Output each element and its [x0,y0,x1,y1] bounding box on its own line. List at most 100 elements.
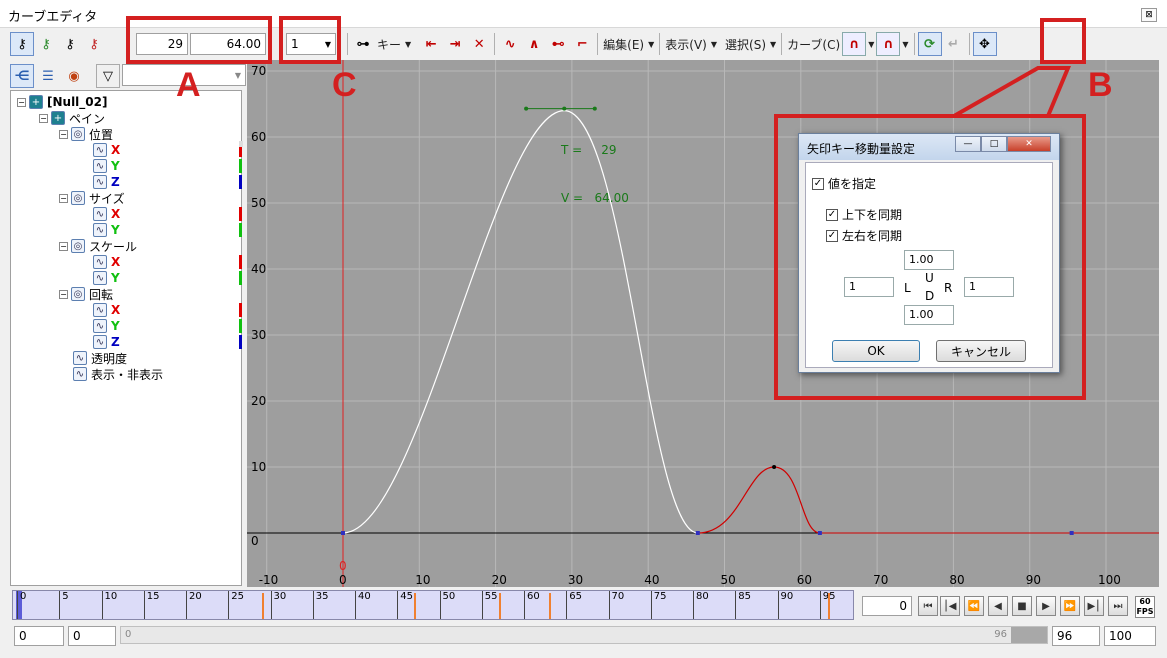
range-offset-input[interactable]: 0 [68,626,116,646]
key-graph-icon[interactable]: ⚷ [58,32,82,56]
view-menu[interactable]: 表示(V) [663,36,709,53]
prev-keyframe-button[interactable]: ⏪ [964,596,984,616]
channel-panel: ⋲ ☰ ◉ ▽ ▼ − + [Null_02] − + ペイン − ◎ 位置 ∿ X ∿ Y ∿ Z − ◎… [8,60,246,586]
stop-button[interactable]: ■ [1012,596,1032,616]
tree-group[interactable]: − ◎ サイズ [59,190,125,206]
channel-color-bar [239,255,242,269]
key-menu-icon[interactable]: ⊶ [351,32,375,56]
divider [913,33,915,55]
tree-channel[interactable]: ∿ Y [93,270,120,286]
next-key-button[interactable]: ▶⎮ [1084,596,1104,616]
channel-color-bar [239,271,242,285]
keyframe-point[interactable] [817,531,822,535]
curve-menu[interactable]: カーブ(C) [785,36,842,53]
curve-segment-active[interactable] [697,466,821,534]
key-prev-icon[interactable]: ⇤ [419,32,443,56]
keyframe-point[interactable] [1069,531,1074,535]
tree-channel[interactable]: ∿ Z [93,174,120,190]
key-tool-icon[interactable]: ⚷ [10,32,34,56]
tree-group[interactable]: − ◎ 回転 [59,286,113,302]
curve-step-icon[interactable]: ⌐ [570,32,594,56]
timeline-keyframe-marker[interactable] [414,593,417,619]
tree-channel[interactable]: ∿ X [93,302,120,318]
tree-item-opacity[interactable]: ∿ 透明度 [73,350,127,366]
prev-frame-button[interactable]: ◀ [988,596,1008,616]
curve-out-icon[interactable]: ∩ [876,32,901,56]
sync-icon[interactable]: ◉ [62,64,86,88]
collapse-icon[interactable]: − [59,129,68,139]
tree-channel[interactable]: ∿ Y [93,222,120,238]
curve-linear-icon[interactable]: ⊷ [546,32,570,56]
divider [659,33,661,55]
time-scrollbar[interactable]: 0 96 [120,626,1048,644]
edit-menu[interactable]: 編集(E) [601,36,646,53]
key-next-icon[interactable]: ⇥ [443,32,467,56]
play-button[interactable]: ▶ [1036,596,1056,616]
collapse-icon[interactable]: − [59,241,68,251]
timeline-tick: 45 [397,591,413,619]
tree-item-visibility[interactable]: ∿ 表示・非表示 [73,366,163,382]
first-frame-button[interactable]: ⏮ [918,596,938,616]
list-view-icon[interactable]: ☰ [36,64,60,88]
collapse-icon[interactable]: − [59,289,68,299]
range-end-input[interactable]: 96 [1052,626,1100,646]
filter-icon[interactable]: ▽ [96,64,120,88]
scroll-thumb[interactable] [1011,627,1047,643]
layer-icon: + [51,111,65,125]
chevron-down-icon: ▼ [868,39,875,49]
group-icon: ◎ [71,191,85,205]
key-add-icon[interactable]: ⚷ [34,32,58,56]
y-tick-label: 60 [251,130,266,144]
tree-group[interactable]: − ◎ スケール [59,238,137,254]
collapse-icon[interactable]: − [39,113,48,123]
tree-view-icon[interactable]: ⋲ [10,64,34,88]
refresh-icon[interactable]: ⟳ [917,32,942,56]
curve-in-icon[interactable]: ∩ [842,32,867,56]
collapse-icon[interactable]: − [59,193,68,203]
tree-root[interactable]: − + [Null_02] [17,94,107,110]
range-start-input[interactable]: 0 [14,626,64,646]
curve-segment[interactable] [342,109,698,534]
divider [968,33,970,55]
tree-channel[interactable]: ∿ Y [93,158,120,174]
handle-point[interactable] [524,106,529,111]
curve-icon: ∿ [93,207,107,221]
scroll-marker [239,141,243,147]
tree-channel[interactable]: ∿ X [93,142,120,158]
timeline-ruler[interactable]: 05101520253035404550556065707580859095 [12,590,854,620]
curve-smooth-icon[interactable]: ∿ [498,32,522,56]
timeline-keyframe-marker[interactable] [262,593,265,619]
tree-layer[interactable]: − + ペイン [39,110,105,126]
curve-peak-icon[interactable]: ∧ [522,32,546,56]
fps-indicator[interactable]: 60 FPS [1135,596,1155,618]
select-menu[interactable]: 選択(S) [723,36,768,53]
tree-channel[interactable]: ∿ X [93,254,120,270]
last-frame-button[interactable]: ⏭ [1108,596,1128,616]
keyframe-point[interactable] [695,531,700,535]
prev-key-button[interactable]: ⎮◀ [940,596,960,616]
return-icon[interactable]: ↵ [942,32,966,56]
keyframe-point[interactable] [341,531,345,535]
tree-channel[interactable]: ∿ Y [93,318,120,334]
tree-group[interactable]: − ◎ 位置 [59,126,113,142]
window-close-button[interactable]: ⊠ [1141,8,1157,22]
tree-channel[interactable]: ∿ Z [93,334,120,350]
arrow-move-settings-icon[interactable]: ✥ [972,32,997,56]
next-keyframe-button[interactable]: ⏩ [1060,596,1080,616]
current-frame-input[interactable]: 0 [862,596,912,616]
timeline-keyframe-marker[interactable] [549,593,552,619]
collapse-icon[interactable]: − [17,97,26,107]
key-delete-icon[interactable]: ⚷ [82,32,106,56]
tree-channel[interactable]: ∿ X [93,206,120,222]
key-remove-icon[interactable]: ✕ [467,32,491,56]
tool-group: ⚷ ⚷ ⚷ ⚷ [10,32,106,56]
timeline-keyframe-marker[interactable] [828,593,831,619]
x-tick-label: 90 [1026,573,1041,587]
curve-icon: ∿ [93,271,107,285]
keyframe-point[interactable] [772,465,777,469]
divider [597,33,599,55]
annotation-label-c: C [332,66,357,104]
key-menu[interactable]: キー [375,36,403,53]
range-total-input[interactable]: 100 [1104,626,1156,646]
timeline-keyframe-marker[interactable] [498,593,501,619]
